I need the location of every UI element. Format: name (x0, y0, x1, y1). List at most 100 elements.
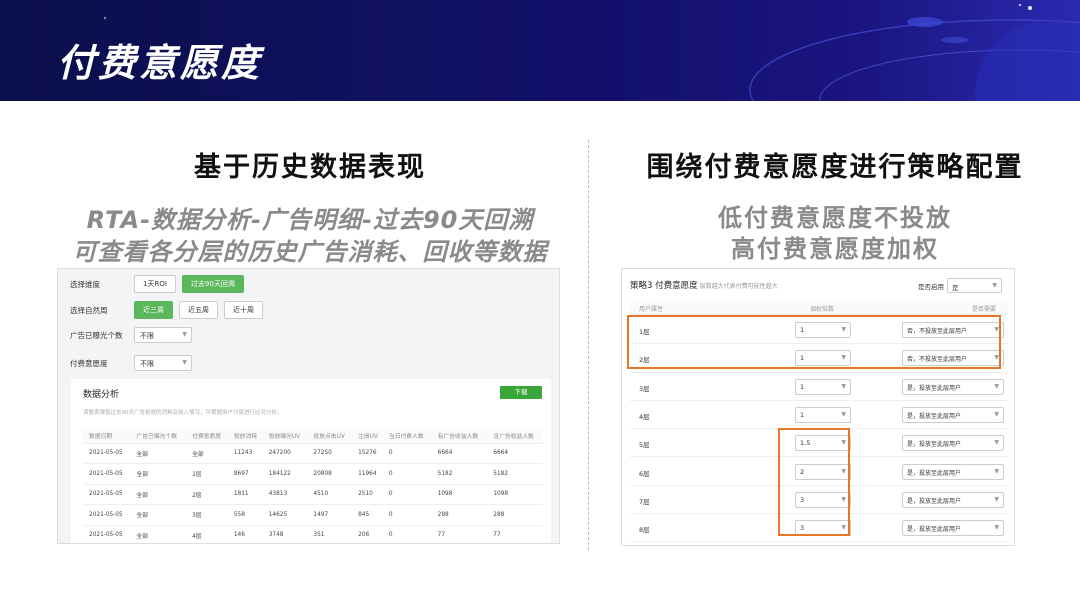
table-cell: 77 (431, 525, 488, 543)
column-divider (588, 140, 589, 550)
layer-label: 5层 (639, 441, 650, 450)
table-cell: 6664 (487, 443, 543, 464)
table-cell: 3层 (186, 504, 228, 526)
table-cell: 2510 (352, 484, 383, 505)
chevron-down-icon: ▼ (182, 359, 187, 366)
table-cell: 0 (382, 443, 432, 464)
right-subtitle-1: 低付费意愿度不投放 (718, 204, 952, 232)
analysis-table: 数据日期 广告已曝光个数 付费意愿度 投放消耗 投放曝光UV 投放点击UV 注册… (83, 429, 543, 543)
strategy-note: 层数越大代表付费可能性越大 (699, 283, 778, 290)
table-cell: 11243 (227, 443, 263, 464)
table-row: 2021-05-05 全部 2层 1811 43813 4510 2510 0 1098 1098 (83, 484, 543, 505)
table-cell: 0 (382, 463, 432, 485)
table-cell: 2021-05-05 (83, 463, 131, 485)
table-cell: 3748 (262, 525, 308, 543)
chevron-down-icon: ▼ (182, 331, 187, 338)
table-cell: 2层 (186, 484, 228, 505)
dimension-option-roi[interactable]: 1天ROI (134, 275, 176, 293)
chevron-down-icon: ▼ (994, 524, 999, 532)
table-cell: 5182 (431, 463, 488, 485)
table-cell: 146 (227, 525, 263, 543)
table-cell: 5182 (487, 463, 543, 485)
col-header: 调权倍数 (810, 306, 835, 313)
table-cell: 1098 (431, 484, 488, 505)
delivery-select[interactable]: 是，投放至此层用户 ▼ (902, 491, 1004, 508)
table-cell: 1811 (227, 484, 263, 505)
col-header: 广告已曝光个数 (130, 429, 187, 444)
right-subtitle-2: 高付费意愿度加权 (731, 235, 939, 263)
analysis-panel: 数据分析 下载 调整表弹窗过去90天广告投放的消耗及收入情况，可根据用户分层进行… (71, 379, 551, 543)
panel-title: 数据分析 (83, 390, 120, 400)
layer-label: 3层 (639, 384, 650, 393)
table-cell: 全部 (186, 443, 228, 464)
strategy-row: 3层 1 ▼ 是，投放至此层用户 ▼ (630, 373, 1008, 401)
exposure-select[interactable]: 不限 ▼ (134, 327, 192, 343)
chevron-down-icon: ▼ (994, 495, 999, 503)
table-cell: 247200 (262, 443, 308, 464)
download-button[interactable]: 下载 (500, 386, 542, 399)
left-heading: 基于历史数据表现 (194, 152, 426, 183)
dimension-filter: 选择维度 1天ROI 过去90天回溯 (70, 275, 244, 293)
col-header: 注册UV (352, 429, 383, 444)
table-cell: 1497 (307, 504, 353, 526)
strategy-title: 策略3 付费意愿度 层数越大代表付费可能性越大 (630, 281, 778, 291)
table-cell: 14625 (262, 504, 308, 526)
week-option-10[interactable]: 近十周 (224, 301, 263, 319)
chevron-down-icon: ▼ (994, 467, 999, 475)
delivery-select[interactable]: 是，投放至此层用户 ▼ (902, 435, 1004, 452)
chevron-down-icon: ▼ (992, 282, 997, 289)
week-option-5[interactable]: 近五周 (179, 301, 218, 319)
week-label: 选择自然周 (70, 305, 108, 315)
delivery-select[interactable]: 是，投放至此层用户 ▼ (902, 406, 1004, 423)
table-row: 2021-05-05 全部 4层 146 3748 351 206 0 77 77 (83, 525, 543, 543)
multiplier-select[interactable]: 1 ▼ (795, 378, 851, 395)
table-cell: 2021-05-05 (83, 443, 131, 464)
delivery-select[interactable]: 是，投放至此层用户 ▼ (902, 463, 1004, 480)
table-cell: 15276 (352, 443, 383, 464)
col-header: 用户属性 (639, 306, 664, 313)
table-cell: 1098 (487, 484, 543, 505)
layer-label: 8层 (639, 526, 650, 535)
col-header: 投放曝光UV (262, 429, 308, 444)
delivery-select[interactable]: 是，投放至此层用户 ▼ (902, 378, 1004, 395)
enable-select[interactable]: 是 ▼ (947, 278, 1002, 293)
table-cell: 1层 (186, 463, 228, 485)
week-option-3[interactable]: 近三周 (134, 301, 173, 319)
willingness-filter: 付费意愿度 不限 ▼ (70, 355, 192, 371)
table-cell: 2021-05-05 (83, 525, 131, 543)
col-header: 有广告收益人数 (431, 429, 488, 444)
chevron-down-icon: ▼ (841, 410, 846, 418)
delivery-select[interactable]: 是，投放至此层用户 ▼ (902, 520, 1004, 537)
multiplier-select[interactable]: 1 ▼ (795, 406, 851, 423)
table-cell: 4层 (186, 525, 228, 543)
willingness-select[interactable]: 不限 ▼ (134, 355, 192, 371)
highlight-weighted-multipliers (778, 428, 850, 536)
col-header: 含广告收益人数 (487, 429, 543, 444)
dimension-label: 选择维度 (70, 279, 100, 289)
table-cell: 2021-05-05 (83, 484, 131, 505)
col-header: 投放点击UV (307, 429, 353, 444)
table-row: 2021-05-05 全部 3层 558 14625 1497 845 0 288 288 (83, 504, 543, 526)
chevron-down-icon: ▼ (994, 382, 999, 390)
table-cell: 206 (352, 525, 383, 543)
highlight-low-layers (627, 315, 1001, 369)
table-cell: 184122 (262, 463, 308, 485)
table-cell: 288 (431, 504, 488, 526)
enable-label: 是否启用 (918, 283, 944, 291)
table-header: 数据日期 广告已曝光个数 付费意愿度 投放消耗 投放曝光UV 投放点击UV 注册… (83, 429, 543, 444)
table-cell: 全部 (130, 443, 187, 464)
table-cell: 11964 (352, 463, 383, 485)
panel-note: 调整表弹窗过去90天广告投放的消耗及收入情况，可根据用户分层进行比对分析。 (83, 410, 283, 416)
table-cell: 558 (227, 504, 263, 526)
table-cell: 8697 (227, 463, 263, 485)
table-cell: 全部 (130, 525, 187, 543)
layer-label: 6层 (639, 469, 650, 478)
chevron-down-icon: ▼ (994, 410, 999, 418)
col-header: 是否需要 (972, 306, 997, 313)
col-header: 投放消耗 (227, 429, 263, 444)
table-cell: 6664 (431, 443, 488, 464)
left-subtitle-2: 可查看各分层的历史广告消耗、回收等数据 (72, 238, 548, 266)
table-cell: 77 (487, 525, 543, 543)
table-cell: 全部 (130, 484, 187, 505)
dimension-option-90days[interactable]: 过去90天回溯 (181, 275, 244, 293)
